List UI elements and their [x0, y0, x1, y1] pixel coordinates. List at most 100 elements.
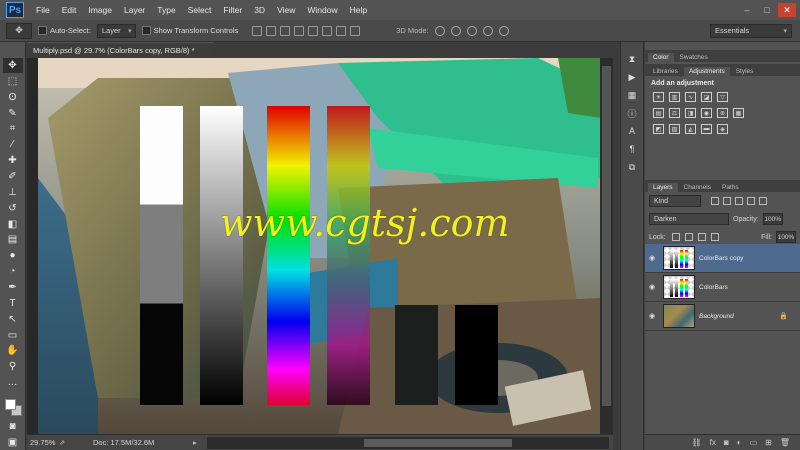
- align-right-icon[interactable]: [322, 25, 333, 36]
- align-top-icon[interactable]: [252, 25, 263, 36]
- eyedropper-tool-icon[interactable]: ⁄: [3, 137, 23, 152]
- tab-swatches[interactable]: Swatches: [675, 53, 713, 62]
- vertical-scroll-thumb[interactable]: [602, 66, 611, 406]
- 3d-pan-icon[interactable]: [466, 25, 477, 36]
- menu-layer[interactable]: Layer: [118, 5, 151, 15]
- blend-mode-dropdown[interactable]: Darken: [649, 213, 729, 225]
- exposure-icon[interactable]: ◪: [701, 92, 712, 102]
- filter-shape-icon[interactable]: [747, 197, 755, 205]
- screen-mode-icon[interactable]: ▣: [3, 435, 23, 450]
- add-mask-icon[interactable]: ◙: [724, 438, 729, 447]
- zoom-field[interactable]: 29.75%: [27, 438, 59, 447]
- filter-smart-object-icon[interactable]: [759, 197, 767, 205]
- vibrance-icon[interactable]: ▽: [717, 92, 728, 102]
- layer-style-icon[interactable]: fx: [710, 438, 716, 447]
- menu-select[interactable]: Select: [182, 5, 218, 15]
- healing-brush-tool-icon[interactable]: ✚: [3, 153, 23, 168]
- layer-row[interactable]: ◉ Background 🔒: [645, 302, 800, 331]
- type-tool-icon[interactable]: T: [3, 296, 23, 311]
- gradient-tool-icon[interactable]: ▤: [3, 232, 23, 247]
- close-button[interactable]: ✕: [778, 3, 796, 17]
- shape-tool-icon[interactable]: ▭: [3, 328, 23, 343]
- auto-select-checkbox[interactable]: Auto-Select:: [38, 26, 91, 35]
- color-swatches[interactable]: [3, 397, 23, 418]
- document-tab[interactable]: Multiply.psd @ 29.7% (ColorBars copy, RG…: [27, 42, 213, 58]
- canvas[interactable]: www.cgtsj.com: [38, 58, 601, 434]
- filter-adjustment-icon[interactable]: [723, 197, 731, 205]
- menu-file[interactable]: File: [30, 5, 56, 15]
- info-panel-icon[interactable]: ⓘ: [624, 106, 640, 120]
- share-icon[interactable]: ⇗: [59, 438, 69, 447]
- 3d-scale-icon[interactable]: [498, 25, 509, 36]
- horizontal-scrollbar[interactable]: [207, 436, 609, 449]
- blur-tool-icon[interactable]: ●: [3, 248, 23, 263]
- menu-edit[interactable]: Edit: [56, 5, 83, 15]
- vertical-scrollbar[interactable]: [600, 58, 613, 434]
- lasso-tool-icon[interactable]: ʘ: [3, 90, 23, 105]
- brush-tool-icon[interactable]: ✐: [3, 169, 23, 184]
- tab-libraries[interactable]: Libraries: [648, 67, 683, 76]
- auto-select-dropdown[interactable]: Layer: [96, 23, 136, 38]
- layer-row[interactable]: ◉ ColorBars: [645, 273, 800, 302]
- tab-paths[interactable]: Paths: [717, 183, 744, 192]
- status-menu-arrow-icon[interactable]: ▸: [193, 438, 203, 447]
- 3d-rotate-icon[interactable]: [434, 25, 445, 36]
- maximize-button[interactable]: □: [758, 3, 776, 17]
- layer-kind-dropdown[interactable]: Kind: [649, 195, 701, 207]
- align-middle-icon[interactable]: [266, 25, 277, 36]
- visibility-eye-icon[interactable]: ◉: [645, 283, 659, 291]
- visibility-eye-icon[interactable]: ◉: [645, 312, 659, 320]
- distribute-icon[interactable]: [350, 25, 361, 36]
- layer-row[interactable]: ◉ ColorBars copy: [645, 244, 800, 273]
- levels-icon[interactable]: ▥: [669, 92, 680, 102]
- black-white-icon[interactable]: ◨: [685, 108, 696, 118]
- horizontal-scroll-thumb[interactable]: [364, 438, 512, 447]
- pen-tool-icon[interactable]: ✒: [3, 280, 23, 295]
- invert-icon[interactable]: ◩: [653, 124, 664, 134]
- 3d-slide-icon[interactable]: [482, 25, 493, 36]
- opacity-field[interactable]: 100%: [762, 213, 783, 225]
- zoom-tool-icon[interactable]: ⚲: [3, 359, 23, 374]
- minimize-button[interactable]: –: [738, 3, 756, 17]
- lock-pixels-icon[interactable]: [684, 233, 693, 241]
- marquee-tool-icon[interactable]: ⬚: [3, 74, 23, 89]
- menu-view[interactable]: View: [271, 5, 301, 15]
- hand-tool-icon[interactable]: ✋: [3, 343, 23, 358]
- align-left-icon[interactable]: [294, 25, 305, 36]
- properties-panel-icon[interactable]: ▦: [624, 88, 640, 102]
- eraser-tool-icon[interactable]: ◧: [3, 217, 23, 232]
- photo-filter-icon[interactable]: ◉: [701, 108, 712, 118]
- more-tools-icon[interactable]: …: [3, 375, 23, 390]
- character-panel-icon[interactable]: A: [624, 124, 640, 138]
- actions-panel-icon[interactable]: ▶: [624, 70, 640, 84]
- workspace-dropdown[interactable]: Essentials: [710, 23, 792, 38]
- menu-image[interactable]: Image: [82, 5, 118, 15]
- fill-field[interactable]: 100%: [776, 231, 796, 243]
- channel-mixer-icon[interactable]: ⊛: [717, 108, 728, 118]
- gradient-map-icon[interactable]: ▬: [701, 124, 712, 134]
- distribute-icon[interactable]: [336, 25, 347, 36]
- menu-type[interactable]: Type: [151, 5, 181, 15]
- align-bottom-icon[interactable]: [280, 25, 291, 36]
- clone-source-panel-icon[interactable]: ⧉: [624, 160, 640, 174]
- foreground-color-swatch[interactable]: [4, 399, 16, 411]
- curves-icon[interactable]: ∿: [685, 92, 696, 102]
- tab-styles[interactable]: Styles: [731, 67, 759, 76]
- delete-layer-icon[interactable]: 🗑: [780, 438, 790, 447]
- path-select-tool-icon[interactable]: ↖: [3, 312, 23, 327]
- threshold-icon[interactable]: ◭: [685, 124, 696, 134]
- quick-select-tool-icon[interactable]: ✎: [3, 106, 23, 121]
- clone-stamp-tool-icon[interactable]: ⊥: [3, 185, 23, 200]
- visibility-eye-icon[interactable]: ◉: [645, 254, 659, 262]
- new-adjustment-icon[interactable]: ◐: [737, 438, 742, 447]
- posterize-icon[interactable]: ▧: [669, 124, 680, 134]
- new-group-icon[interactable]: ▭: [750, 438, 758, 447]
- align-center-icon[interactable]: [308, 25, 319, 36]
- quick-mask-icon[interactable]: ◙: [3, 419, 23, 434]
- doc-size-info[interactable]: Doc: 17.5M/32.6M: [93, 438, 193, 447]
- paragraph-panel-icon[interactable]: ¶: [624, 142, 640, 156]
- link-layers-icon[interactable]: ⛓: [692, 438, 702, 447]
- color-balance-icon[interactable]: ⚖: [669, 108, 680, 118]
- brightness-contrast-icon[interactable]: ☀: [653, 92, 664, 102]
- move-tool-icon[interactable]: ✥: [6, 22, 32, 39]
